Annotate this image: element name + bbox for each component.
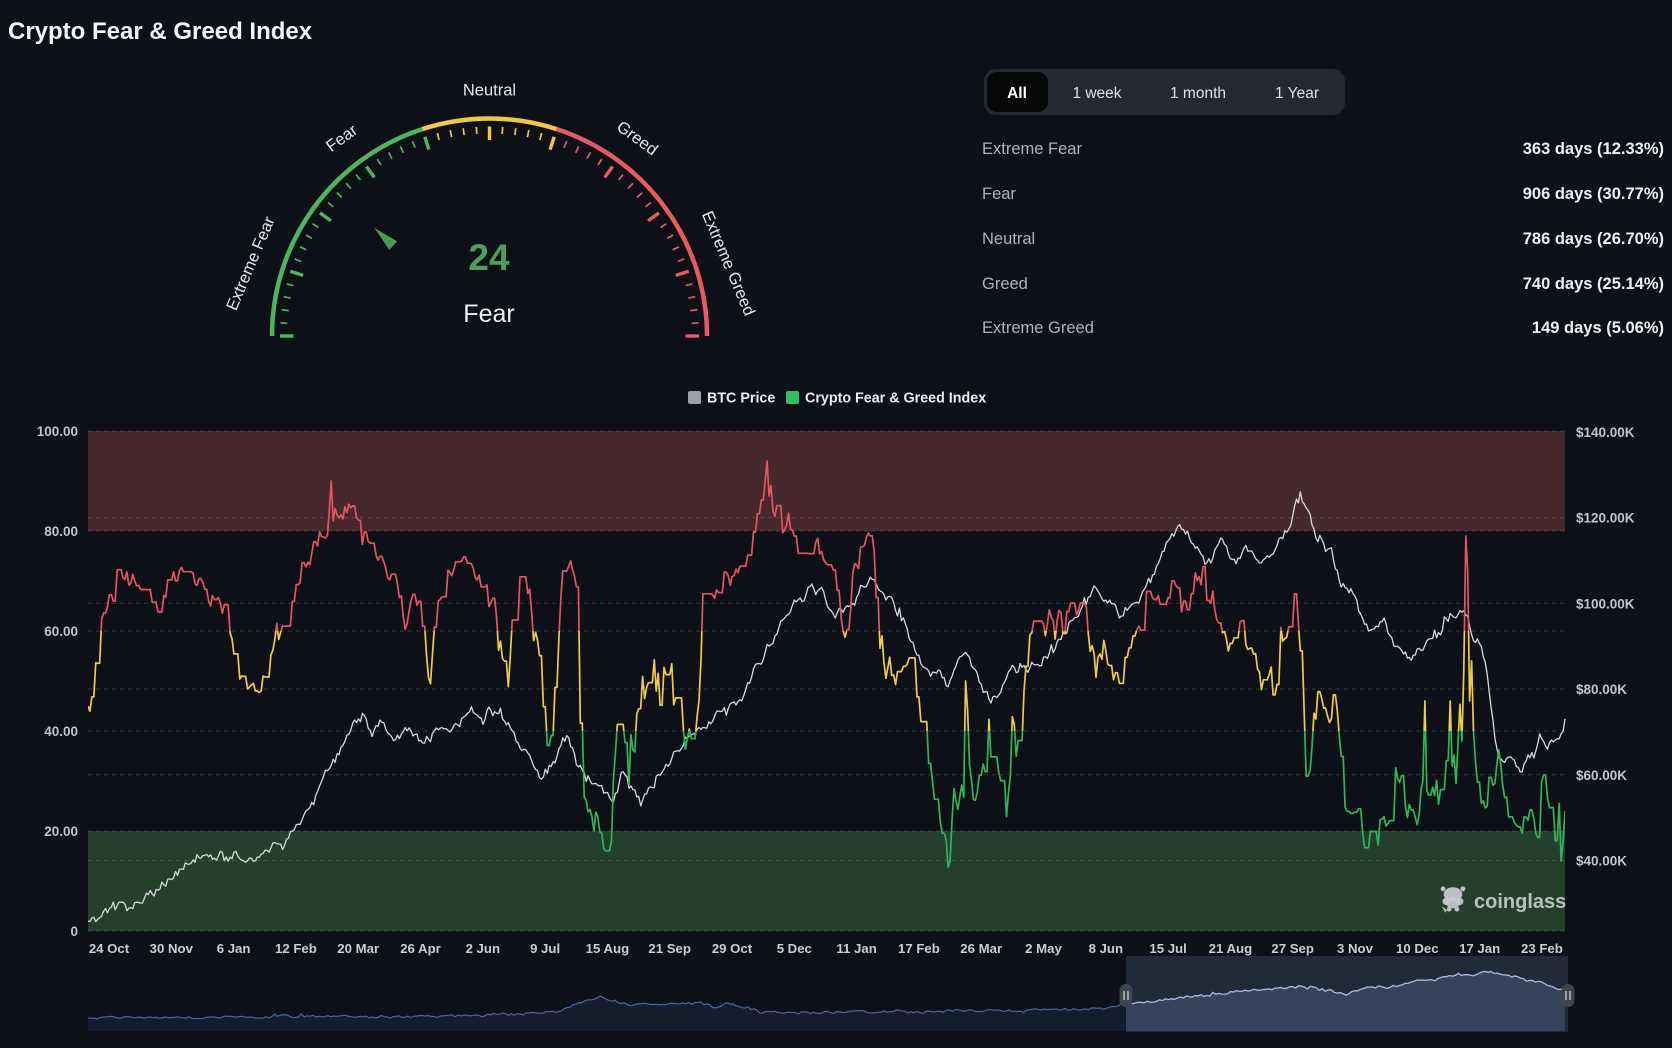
svg-text:363 days (12.33%): 363 days (12.33%) [1523, 140, 1664, 158]
svg-text:All: All [1007, 85, 1027, 102]
svg-text:Extreme Fear: Extreme Fear [982, 140, 1082, 158]
svg-text:1 week: 1 week [1072, 85, 1121, 102]
svg-text:906 days (30.77%): 906 days (30.77%) [1523, 185, 1664, 203]
svg-text:1 Year: 1 Year [1275, 85, 1319, 102]
svg-text:Neutral: Neutral [982, 230, 1035, 248]
svg-text:149 days (5.06%): 149 days (5.06%) [1532, 319, 1664, 337]
svg-text:5 Dec: 5 Dec [777, 941, 812, 956]
svg-text:27 Sep: 27 Sep [1271, 941, 1314, 956]
svg-text:786 days (26.70%): 786 days (26.70%) [1523, 230, 1664, 248]
svg-text:15 Jul: 15 Jul [1149, 941, 1186, 956]
svg-text:2 May: 2 May [1025, 941, 1062, 956]
svg-text:Crypto Fear & Greed Index: Crypto Fear & Greed Index [8, 18, 313, 45]
svg-text:$60.00K: $60.00K [1576, 768, 1627, 783]
svg-text:20.00: 20.00 [44, 824, 78, 839]
svg-text:80.00: 80.00 [44, 524, 78, 539]
svg-text:$100.00K: $100.00K [1576, 596, 1635, 611]
svg-text:20 Mar: 20 Mar [337, 941, 379, 956]
svg-text:26 Mar: 26 Mar [960, 941, 1002, 956]
svg-text:coinglass: coinglass [1474, 891, 1566, 913]
svg-text:12 Feb: 12 Feb [275, 941, 317, 956]
svg-text:$140.00K: $140.00K [1576, 425, 1635, 440]
svg-text:6 Jan: 6 Jan [217, 941, 251, 956]
svg-text:BTC Price: BTC Price [707, 391, 775, 407]
svg-text:15 Aug: 15 Aug [586, 941, 629, 956]
svg-text:Neutral: Neutral [463, 82, 516, 100]
svg-text:Fear: Fear [463, 300, 514, 328]
svg-text:23 Feb: 23 Feb [1521, 941, 1563, 956]
svg-text:100.00: 100.00 [37, 424, 78, 439]
svg-text:Fear: Fear [982, 185, 1016, 203]
svg-text:21 Aug: 21 Aug [1209, 941, 1252, 956]
svg-text:24 Oct: 24 Oct [89, 941, 130, 956]
svg-text:$40.00K: $40.00K [1576, 854, 1627, 869]
svg-text:$80.00K: $80.00K [1576, 682, 1627, 697]
svg-text:Crypto Fear & Greed Index: Crypto Fear & Greed Index [805, 391, 986, 407]
svg-text:2 Jun: 2 Jun [466, 941, 500, 956]
svg-text:740 days (25.14%): 740 days (25.14%) [1523, 275, 1664, 293]
svg-text:40.00: 40.00 [44, 724, 78, 739]
svg-text:30 Nov: 30 Nov [150, 941, 194, 956]
svg-text:Greed: Greed [982, 275, 1028, 293]
svg-text:60.00: 60.00 [44, 624, 78, 639]
svg-text:17 Feb: 17 Feb [898, 941, 940, 956]
svg-text:0: 0 [70, 924, 78, 939]
svg-text:1 month: 1 month [1170, 85, 1226, 102]
svg-text:10 Dec: 10 Dec [1396, 941, 1439, 956]
svg-text:3 Nov: 3 Nov [1337, 941, 1374, 956]
svg-text:9 Jul: 9 Jul [530, 941, 560, 956]
svg-text:26 Apr: 26 Apr [400, 941, 441, 956]
svg-text:24: 24 [468, 237, 510, 278]
svg-text:8 Jun: 8 Jun [1089, 941, 1123, 956]
svg-text:17 Jan: 17 Jan [1459, 941, 1500, 956]
svg-text:21 Sep: 21 Sep [648, 941, 691, 956]
svg-text:$120.00K: $120.00K [1576, 511, 1635, 526]
svg-text:29 Oct: 29 Oct [712, 941, 753, 956]
svg-text:11 Jan: 11 Jan [836, 941, 876, 956]
svg-text:Extreme Greed: Extreme Greed [982, 319, 1094, 337]
